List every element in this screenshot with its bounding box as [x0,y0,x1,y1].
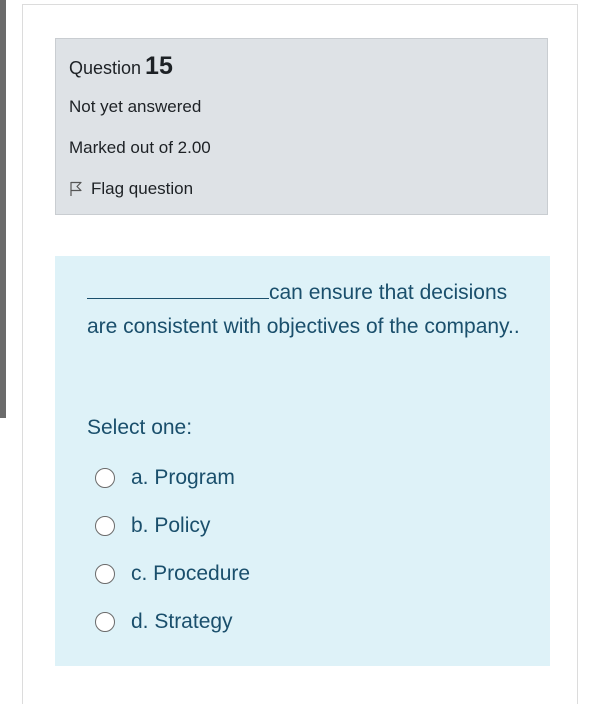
option-b-radio[interactable] [95,516,115,536]
option-d-label: d. Strategy [131,610,233,633]
option-a-label: a. Program [131,466,235,489]
option-b-label: b. Policy [131,514,211,537]
question-grade: Marked out of 2.00 [69,138,211,157]
option-b[interactable]: b. Policy [95,502,250,550]
question-heading: Question 15 [69,52,173,81]
question-content-panel: can ensure that decisions are consistent… [55,256,550,666]
answer-blank [87,277,269,299]
option-d[interactable]: d. Strategy [95,598,250,646]
flag-icon [70,181,82,196]
question-text: can ensure that decisions are consistent… [87,276,527,344]
question-card: Question 15 Not yet answered Marked out o… [22,4,578,704]
question-info-panel: Question 15 Not yet answered Marked out o… [55,38,548,215]
option-c-label: c. Procedure [131,562,251,585]
option-c[interactable]: c. Procedure [95,550,250,598]
option-a-radio[interactable] [95,468,115,488]
select-prompt: Select one: [87,416,193,439]
flag-question-label: Flag question [91,179,194,198]
answer-options: a. Program b. Policy c. Procedure d. Str… [95,454,250,646]
question-label: Question [69,58,142,78]
option-c-radio[interactable] [95,564,115,584]
option-a[interactable]: a. Program [95,454,250,502]
option-d-radio[interactable] [95,612,115,632]
question-number: 15 [145,52,173,80]
question-state: Not yet answered [69,97,202,116]
left-divider [0,0,6,418]
flag-question-link[interactable]: Flag question [69,179,193,199]
